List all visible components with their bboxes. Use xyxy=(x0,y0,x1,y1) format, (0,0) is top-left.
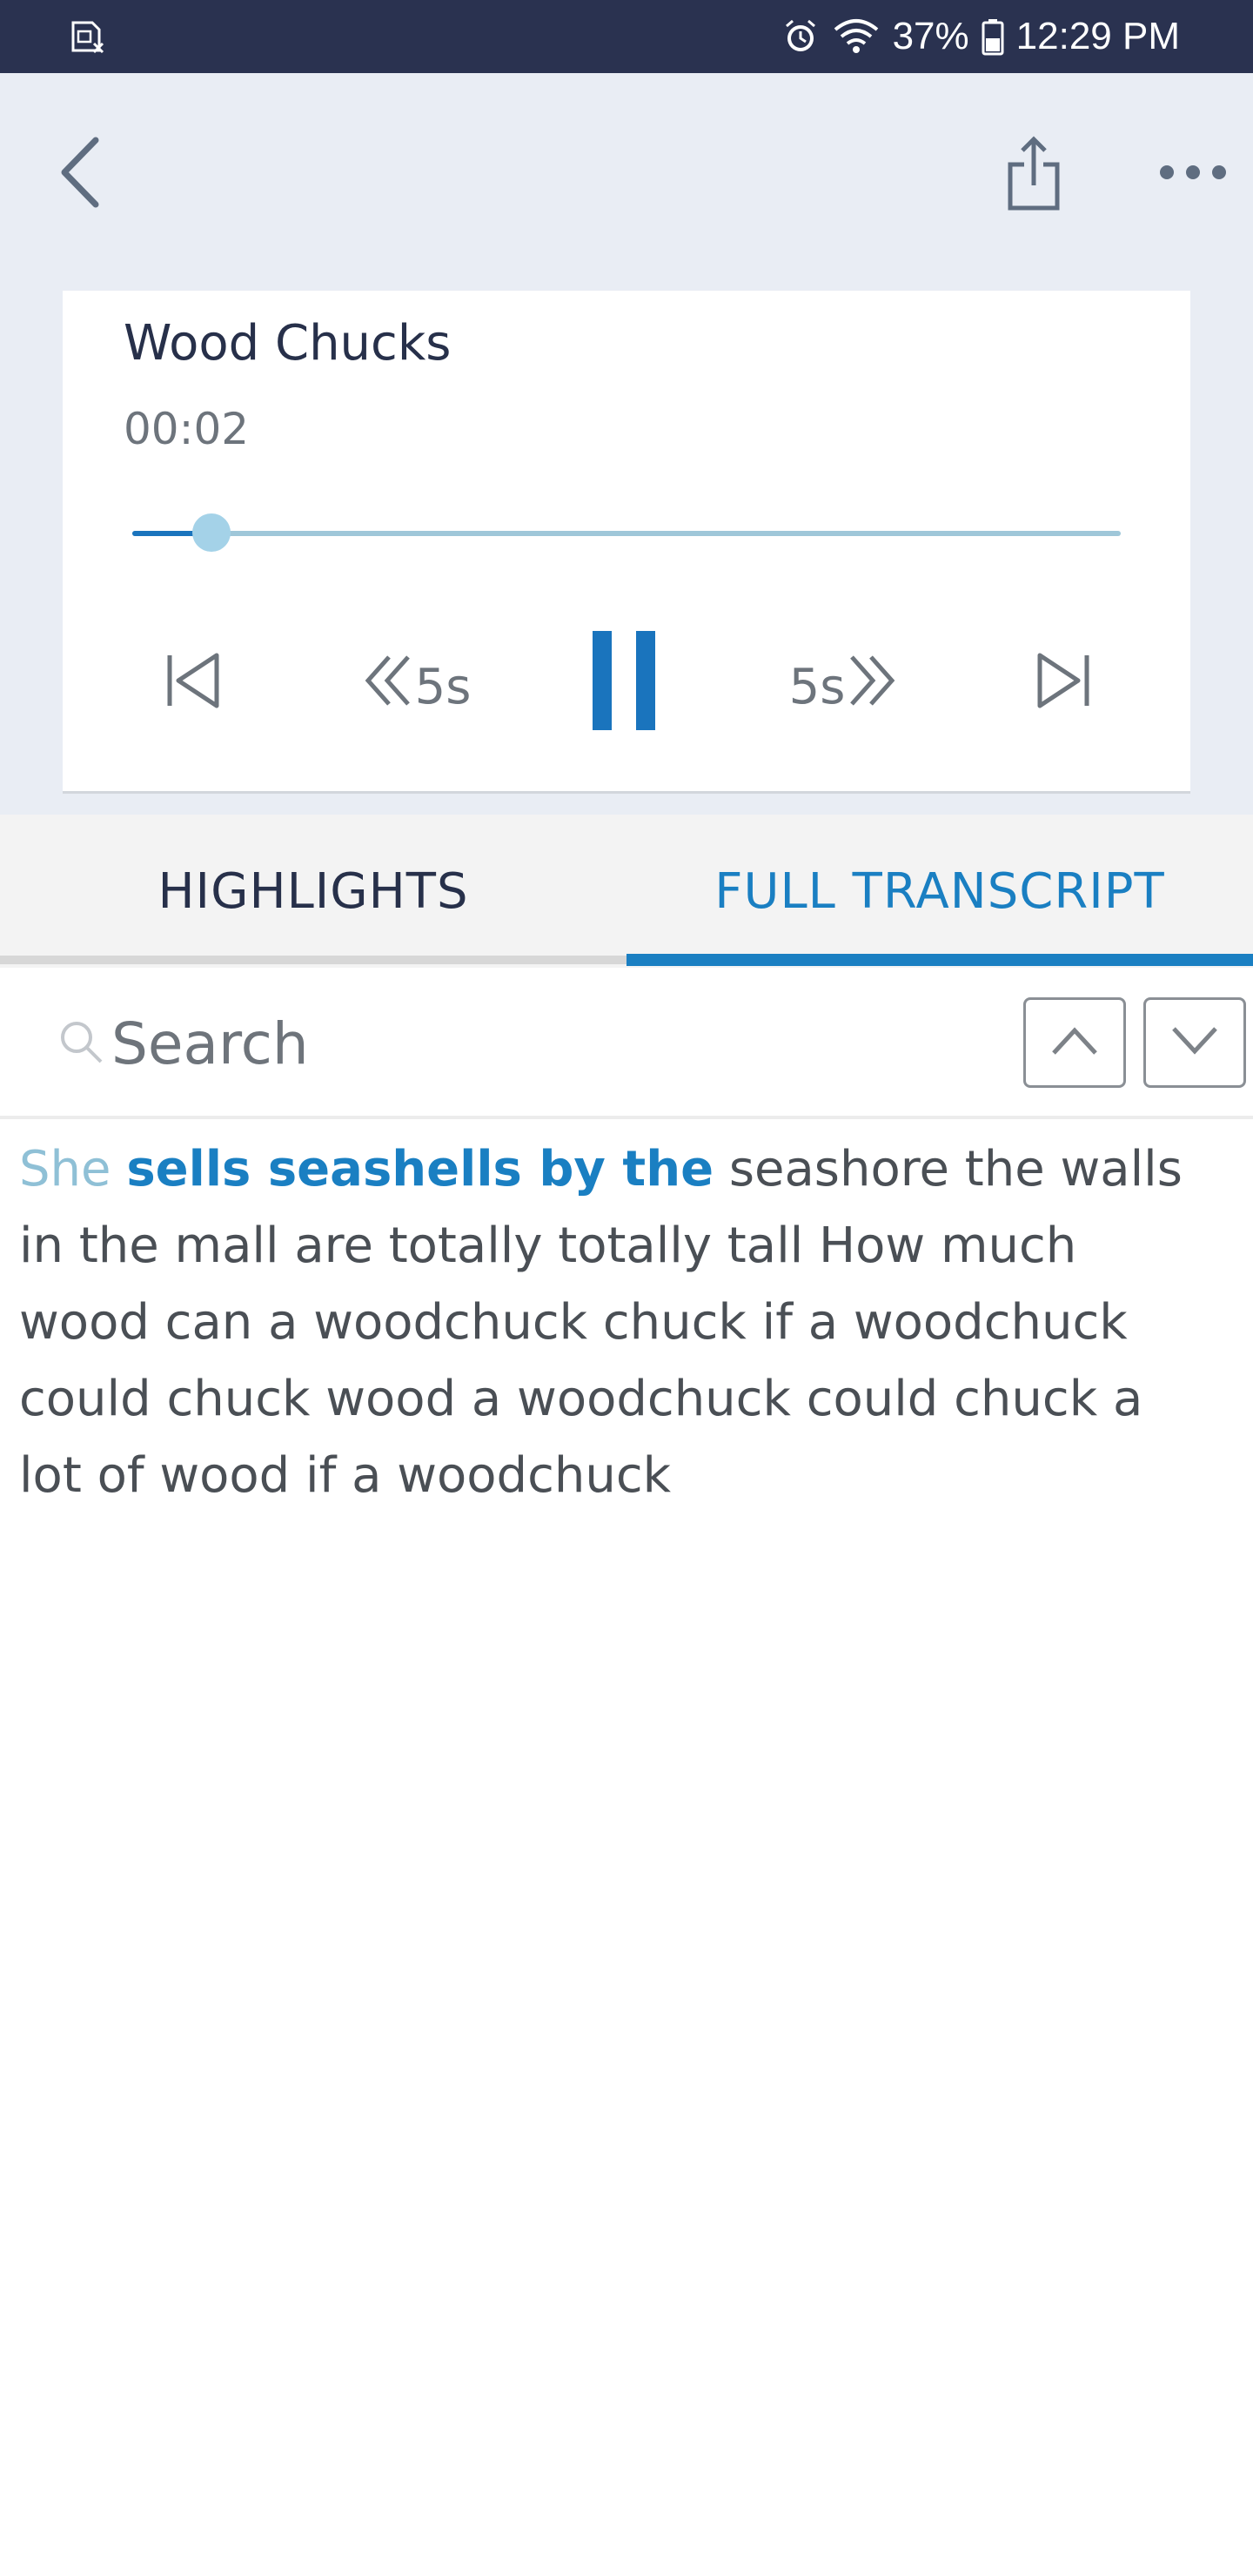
share-button[interactable] xyxy=(997,132,1070,219)
search-input[interactable] xyxy=(111,1003,895,1084)
player-card: Wood Chucks 00:02 5s 5s xyxy=(63,291,1190,794)
back-button[interactable] xyxy=(45,131,115,218)
back-arrow-icon xyxy=(54,133,106,215)
transcript-search-bar xyxy=(0,968,1253,1119)
pause-icon xyxy=(589,631,659,742)
rewind-label: 5s xyxy=(414,658,472,715)
playback-controls: 5s 5s xyxy=(132,630,1121,743)
battery-icon xyxy=(982,17,1004,56)
previous-match-button[interactable] xyxy=(1023,997,1126,1088)
tab-bar: HIGHLIGHTS FULL TRANSCRIPT xyxy=(0,815,1253,968)
forward-label: 5s xyxy=(788,658,846,715)
track-title: Wood Chucks xyxy=(124,315,452,372)
sim-card-icon xyxy=(68,17,106,56)
transcript-current[interactable]: sells seashells by the xyxy=(126,1141,714,1197)
alarm-icon xyxy=(781,17,820,56)
status-right: 37% 12:29 PM xyxy=(781,0,1180,73)
elapsed-time: 00:02 xyxy=(124,404,250,454)
clock: 12:29 PM xyxy=(1015,15,1180,57)
chevron-up-icon xyxy=(1049,1023,1101,1062)
more-dots-icon xyxy=(1158,164,1228,184)
battery-percent: 37% xyxy=(892,15,969,57)
tab-highlights[interactable]: HIGHLIGHTS xyxy=(0,815,626,968)
wifi-icon xyxy=(832,17,881,56)
search-icon xyxy=(56,1016,106,1067)
next-match-button[interactable] xyxy=(1143,997,1246,1088)
transcript-played[interactable]: She xyxy=(19,1141,111,1197)
status-bar: 37% 12:29 PM xyxy=(0,0,1253,73)
skip-next-icon xyxy=(1033,650,1094,723)
rewind-icon xyxy=(363,650,415,723)
tab-full-transcript[interactable]: FULL TRANSCRIPT xyxy=(626,815,1253,968)
chevron-down-icon xyxy=(1169,1023,1221,1062)
fast-forward-icon xyxy=(845,650,897,723)
transcript-text[interactable]: She sells seashells by the seashore the … xyxy=(19,1131,1220,1514)
forward-5s-button[interactable]: 5s xyxy=(761,630,926,743)
skip-previous-icon xyxy=(163,650,224,723)
progress-thumb[interactable] xyxy=(191,513,231,552)
skip-next-button[interactable] xyxy=(1002,630,1124,743)
progress-slider[interactable] xyxy=(132,513,1121,552)
rewind-5s-button[interactable]: 5s xyxy=(334,630,499,743)
more-options-button[interactable] xyxy=(1154,150,1232,198)
pause-button[interactable] xyxy=(567,630,680,743)
active-tab-indicator xyxy=(626,954,1253,966)
share-icon xyxy=(1003,135,1064,217)
skip-previous-button[interactable] xyxy=(132,630,254,743)
